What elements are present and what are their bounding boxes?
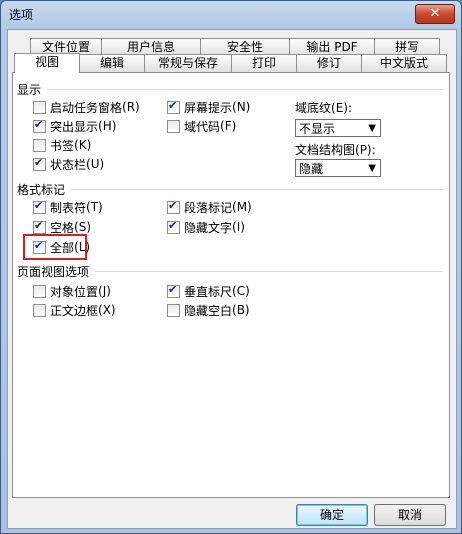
text-boundary-label: 正文边框 — [50, 303, 99, 318]
statusbar-box[interactable] — [33, 156, 46, 171]
space-mark-key: (S) — [74, 220, 91, 234]
vertical-ruler-key: (C) — [232, 284, 250, 298]
object-position-checkbox[interactable]: 对象位置 (J) — [33, 283, 111, 299]
tab-general-save[interactable]: 常规与保存 — [144, 54, 232, 72]
screentip-box[interactable] — [167, 99, 180, 114]
screentip-key: (N) — [232, 100, 251, 114]
fieldcode-box[interactable] — [167, 119, 180, 133]
para-mark-key: (M) — [232, 200, 252, 214]
bookmark-label: 书签 — [50, 138, 75, 153]
display-group-divider — [47, 89, 443, 90]
all-marks-key: (L) — [74, 240, 91, 254]
startup-taskpane-checkbox[interactable]: 启动任务窗格 (R) — [33, 99, 140, 115]
screentip-label: 屏幕提示 — [184, 100, 233, 115]
hide-whitespace-box[interactable] — [167, 303, 180, 317]
object-position-box[interactable] — [33, 284, 46, 298]
tab-print[interactable]: 打印 — [231, 54, 297, 72]
bookmark-box[interactable] — [33, 138, 46, 152]
all-marks-label: 全部 — [50, 240, 75, 255]
all-marks-checkbox[interactable]: 全部 (L) — [33, 239, 90, 255]
field-shading-key: (E): — [331, 101, 353, 115]
fieldcode-label: 域代码 — [184, 119, 221, 134]
bookmark-key: (K) — [74, 138, 92, 152]
field-shading-select[interactable]: 不显示 ▼ — [295, 119, 381, 137]
hidden-text-checkbox[interactable]: 隐藏文字 (I) — [167, 219, 245, 235]
hide-whitespace-checkbox[interactable]: 隐藏空白 (B) — [167, 302, 250, 318]
display-group-title: 显示 — [17, 83, 42, 97]
highlight-checkbox[interactable]: 突出显示 (H) — [33, 118, 116, 134]
vertical-ruler-label: 垂直标尺 — [184, 284, 233, 299]
tab-mark-key: (T) — [86, 200, 103, 214]
tab-edit[interactable]: 编辑 — [79, 54, 145, 72]
format-group-title: 格式标记 — [17, 183, 66, 197]
window-title: 选项 — [9, 8, 34, 22]
field-shading-value: 不显示 — [299, 122, 336, 136]
docmap-label: 文档结构图(P): — [295, 141, 376, 158]
hidden-text-box[interactable] — [167, 219, 180, 234]
vertical-ruler-box[interactable] — [167, 283, 180, 298]
statusbar-label: 状态栏 — [50, 157, 87, 172]
tab-mark-label: 制表符 — [50, 200, 87, 215]
cancel-button[interactable]: 取消 — [374, 504, 446, 526]
dialog-client: 文件位置 用户信息 安全性 输出 PDF 拼写 视图 编辑 常规与保存 打印 修… — [7, 29, 457, 529]
para-mark-checkbox[interactable]: 段落标记 (M) — [167, 199, 252, 215]
hidden-text-key: (I) — [232, 220, 245, 234]
statusbar-checkbox[interactable]: 状态栏 (U) — [33, 156, 104, 172]
tab-view[interactable]: 视图 — [14, 53, 80, 73]
hide-whitespace-label: 隐藏空白 — [184, 303, 233, 318]
space-mark-label: 空格 — [50, 220, 75, 235]
tab-mark-checkbox[interactable]: 制表符 (T) — [33, 199, 103, 215]
format-group-divider — [71, 189, 443, 190]
text-boundary-box[interactable] — [33, 303, 46, 317]
fieldcode-key: (F) — [220, 119, 237, 133]
title-bar[interactable]: 选项 ✕ — [1, 1, 461, 27]
tab-revision[interactable]: 修订 — [296, 54, 362, 72]
bookmark-checkbox[interactable]: 书签 (K) — [33, 137, 91, 153]
text-boundary-key: (X) — [98, 303, 116, 317]
startup-taskpane-box[interactable] — [33, 100, 46, 114]
hide-whitespace-key: (B) — [232, 303, 250, 317]
field-shading-text: 域底纹 — [295, 101, 332, 115]
space-mark-box[interactable] — [33, 219, 46, 234]
highlight-box[interactable] — [33, 118, 46, 133]
screentip-checkbox[interactable]: 屏幕提示 (N) — [167, 99, 250, 115]
field-shading-label: 域底纹(E): — [295, 99, 352, 116]
fieldcode-checkbox[interactable]: 域代码 (F) — [167, 118, 236, 134]
docmap-text: 文档结构图 — [295, 143, 356, 157]
text-boundary-checkbox[interactable]: 正文边框 (X) — [33, 302, 116, 318]
startup-taskpane-label: 启动任务窗格 — [50, 100, 123, 115]
highlight-key: (H) — [98, 119, 117, 133]
docmap-value: 隐藏 — [299, 162, 324, 176]
view-tab-panel: 显示 启动任务窗格 (R) 突出显示 (H) 书签 (K) 状态栏 (U) — [12, 72, 450, 498]
docmap-key: (P): — [355, 143, 376, 157]
para-mark-label: 段落标记 — [184, 200, 233, 215]
statusbar-key: (U) — [86, 157, 105, 171]
space-mark-checkbox[interactable]: 空格 (S) — [33, 219, 91, 235]
all-marks-box[interactable] — [33, 239, 46, 254]
page-group-divider — [95, 271, 443, 272]
highlight-label: 突出显示 — [50, 119, 99, 134]
chevron-down-icon: ▼ — [368, 163, 376, 174]
para-mark-box[interactable] — [167, 199, 180, 214]
chevron-down-icon: ▼ — [368, 123, 376, 134]
options-dialog: 选项 ✕ 文件位置 用户信息 安全性 输出 PDF 拼写 视图 编辑 常规与保存… — [0, 0, 462, 534]
docmap-select[interactable]: 隐藏 ▼ — [295, 159, 381, 177]
close-button[interactable]: ✕ — [415, 4, 455, 24]
close-icon: ✕ — [429, 6, 441, 21]
tab-mark-box[interactable] — [33, 199, 46, 214]
tab-chinese-layout[interactable]: 中文版式 — [361, 54, 447, 72]
object-position-key: (J) — [98, 284, 111, 298]
object-position-label: 对象位置 — [50, 284, 99, 299]
hidden-text-label: 隐藏文字 — [184, 220, 233, 235]
page-group-title: 页面视图选项 — [17, 265, 90, 279]
startup-taskpane-key: (R) — [122, 100, 140, 114]
vertical-ruler-checkbox[interactable]: 垂直标尺 (C) — [167, 283, 250, 299]
ok-button[interactable]: 确定 — [296, 504, 368, 526]
